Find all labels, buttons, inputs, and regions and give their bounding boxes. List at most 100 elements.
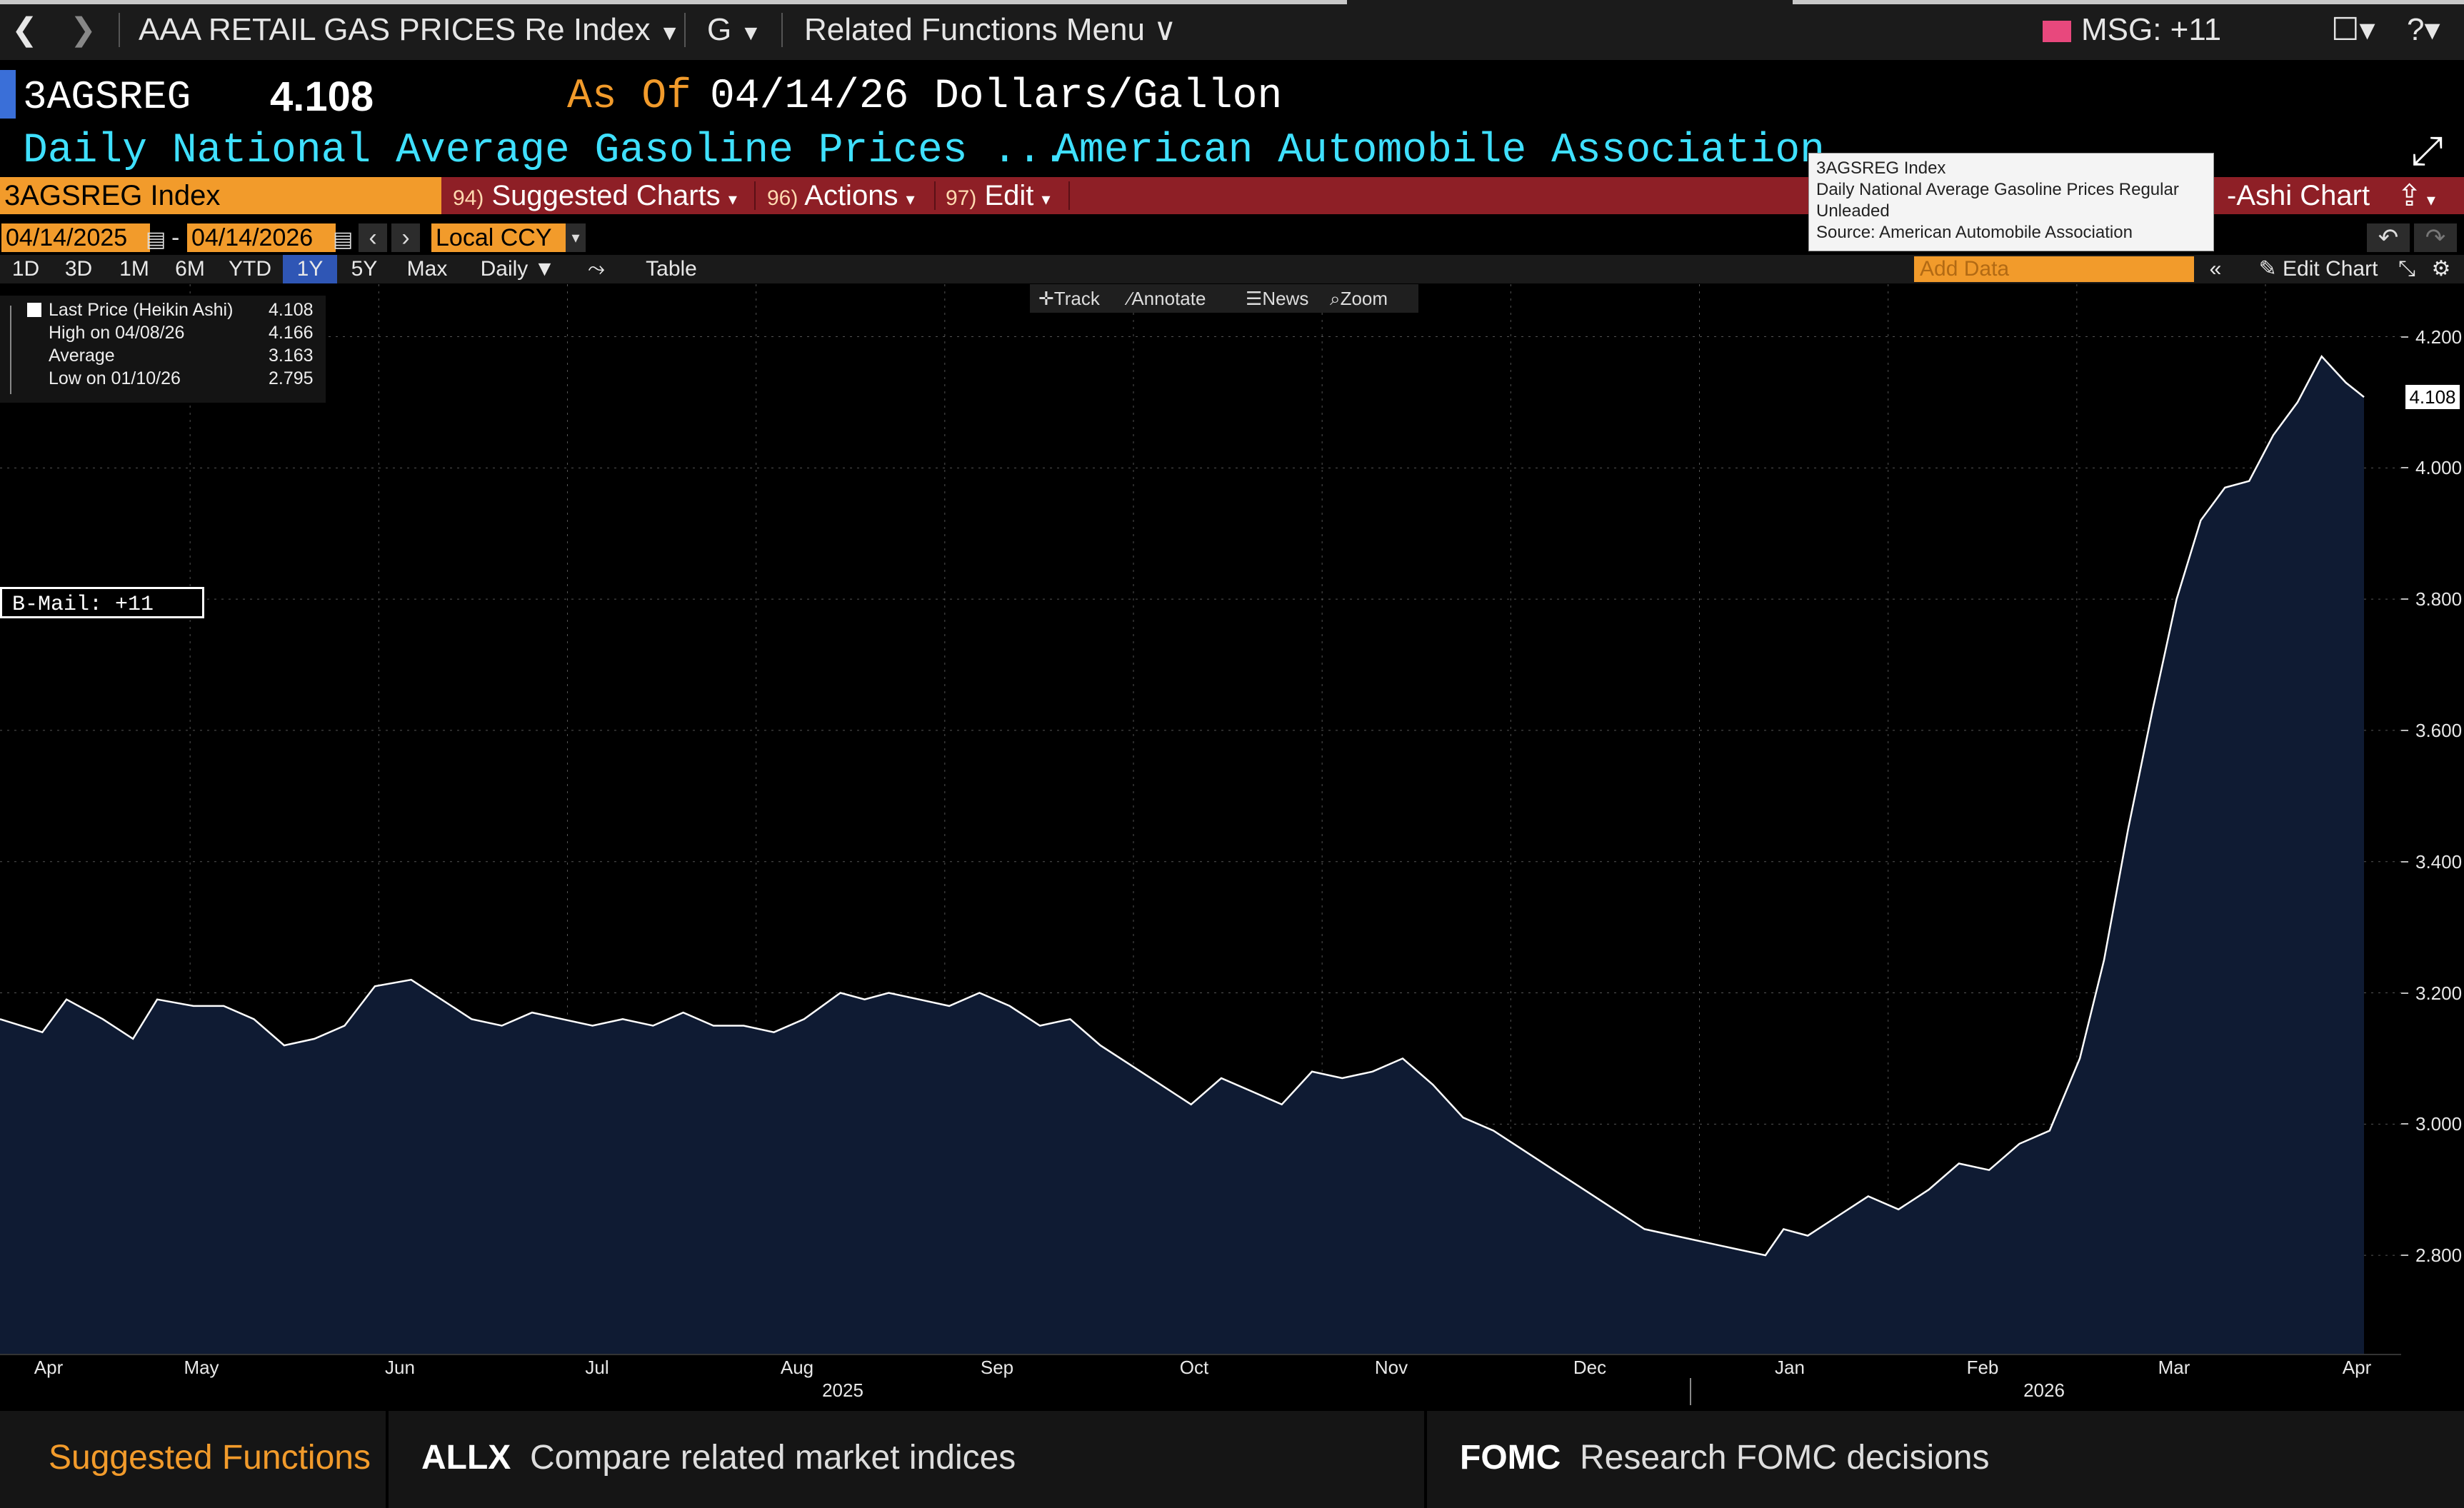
security-tooltip: 3AGSREG Index Daily National Average Gas… <box>1808 153 2214 251</box>
g-menu-dropdown[interactable]: G ▼ <box>707 10 761 54</box>
currency-field[interactable]: Local CCY <box>431 223 569 252</box>
y-tick-mark <box>2401 1123 2408 1125</box>
related-functions-menu[interactable]: Related Functions Menu ∨ <box>804 10 1176 50</box>
suggested-charts-number: 94) <box>453 186 484 210</box>
period-button-6m[interactable]: 6M <box>163 255 217 283</box>
redo-icon[interactable]: ↷ <box>2414 223 2457 252</box>
legend-average-value: 3.163 <box>269 346 314 366</box>
y-tick-label: 3.000 <box>2415 1113 2463 1135</box>
table-button[interactable]: Table <box>628 255 714 283</box>
bottom-separator <box>386 1411 389 1508</box>
annotate-tool[interactable]: ∕ Annotate <box>1128 284 1206 313</box>
nav-progress-strip-right <box>1793 0 2464 4</box>
suggested-charts-button[interactable]: 94) Suggested Charts ▾ <box>453 177 737 214</box>
fomc-description: Research FOMC decisions <box>1579 1439 1990 1477</box>
x-tick-label: Oct <box>1179 1357 1209 1378</box>
period-button-5y[interactable]: 5Y <box>337 255 391 283</box>
x-tick-label: Aug <box>780 1357 814 1378</box>
y-tick-mark <box>2401 467 2408 469</box>
forward-arrow-icon[interactable]: ❯ <box>70 10 96 50</box>
x-tick-label: Jul <box>585 1357 609 1378</box>
end-date-field[interactable]: 04/14/2026 <box>187 223 336 252</box>
legend-tree <box>10 306 21 394</box>
nav-separator <box>119 13 120 47</box>
start-date-field[interactable]: 04/14/2025 <box>1 223 150 252</box>
nav-separator <box>684 13 686 47</box>
news-tool[interactable]: ☰ News <box>1246 284 1308 313</box>
gear-icon[interactable]: ⚙ <box>2425 255 2457 283</box>
calendar-icon[interactable]: ▤ <box>146 227 166 252</box>
help-icon[interactable]: ?▾ <box>2407 10 2440 50</box>
allx-function[interactable]: ALLX Compare related market indices <box>421 1435 1016 1481</box>
period-button-3d[interactable]: 3D <box>51 255 106 283</box>
annotate-label: Annotate <box>1131 288 1206 309</box>
edit-button[interactable]: 97) Edit ▾ <box>946 177 1051 214</box>
line-chart-icon[interactable]: ⤳ <box>579 255 614 283</box>
suggested-functions-title: Suggested Functions <box>49 1439 371 1477</box>
chart-settings-icon[interactable]: ⤡ <box>2393 255 2421 283</box>
actions-button[interactable]: 96) Actions ▾ <box>767 177 915 214</box>
period-button-1y[interactable]: 1Y <box>283 255 337 283</box>
legend-high-label: High on 04/08/26 <box>49 323 185 343</box>
expand-icon[interactable]: ⤢ <box>2411 127 2443 175</box>
window-menu-icon[interactable]: ☐▾ <box>2331 10 2375 50</box>
table-label: Table <box>646 257 697 281</box>
message-indicator[interactable]: MSG: +11 <box>2043 10 2221 50</box>
y-tick-mark <box>2401 729 2408 731</box>
chart-type-dropdown[interactable]: -Ashi Chart <box>2227 177 2370 214</box>
x-tick-label: Feb <box>1966 1357 1999 1378</box>
security-title: AAA RETAIL GAS PRICES Re Index <box>139 12 651 47</box>
y-tick-label: 4.200 <box>2415 326 2463 348</box>
period-button-ytd[interactable]: YTD <box>217 255 283 283</box>
nav-separator <box>781 13 783 47</box>
allx-code: ALLX <box>421 1439 511 1477</box>
undo-icon[interactable]: ↶ <box>2367 223 2410 252</box>
price-chart[interactable] <box>0 284 2401 1354</box>
share-icon[interactable]: ⇪ ▾ <box>2397 177 2435 214</box>
year-label: 2026 <box>2023 1379 2065 1401</box>
chart-legend: Last Price (Heikin Ashi) 4.108 High on 0… <box>0 296 326 403</box>
currency-value: Local CCY <box>436 224 552 251</box>
fomc-function[interactable]: FOMC Research FOMC decisions <box>1460 1435 1990 1481</box>
calendar-icon[interactable]: ▤ <box>333 227 353 252</box>
add-data-input[interactable]: Add Data <box>1914 256 2194 282</box>
tooltip-line: Daily National Average Gasoline Prices R… <box>1816 180 2179 199</box>
edit-chart-button[interactable]: ✎ Edit Chart <box>2235 255 2401 283</box>
ticker-marker <box>0 70 16 119</box>
security-field[interactable]: 3AGSREG Index <box>0 177 441 214</box>
chevron-down-icon: ▾ <box>1041 190 1051 209</box>
back-arrow-icon[interactable]: ❮ <box>11 10 38 50</box>
fomc-code: FOMC <box>1460 1439 1561 1477</box>
period-button-1d[interactable]: 1D <box>0 255 51 283</box>
last-price-swatch[interactable] <box>27 303 41 317</box>
ticker-symbol: 3AGSREG <box>23 74 191 120</box>
y-tick-mark <box>2401 860 2408 863</box>
frequency-dropdown[interactable]: Daily ▼ <box>471 255 564 283</box>
pencil-icon: ✎ <box>2258 257 2277 281</box>
related-functions-label: Related Functions Menu <box>804 12 1145 47</box>
period-button-max[interactable]: Max <box>391 255 463 283</box>
x-tick-label: Sep <box>980 1357 1014 1378</box>
currency-dropdown-icon[interactable]: ▾ <box>566 223 586 252</box>
security-title-dropdown[interactable]: AAA RETAIL GAS PRICES Re Index ▼ <box>139 10 680 54</box>
chart-tools: ✛ Track ∕ Annotate ☰ News ⌕ Zoom <box>1030 284 1418 313</box>
double-chevron-down-icon: ∨ <box>1153 12 1177 47</box>
news-label: News <box>1262 288 1309 309</box>
last-value-label: 4.108 <box>2405 385 2460 410</box>
y-tick-mark <box>2401 598 2408 600</box>
as-of-label: As Of <box>567 74 692 120</box>
suggested-functions-bar: Suggested Functions ALLX Compare related… <box>0 1411 2464 1508</box>
start-date-value: 04/14/2025 <box>6 224 128 251</box>
chevron-down-icon: ▼ <box>534 257 556 281</box>
track-tool[interactable]: ✛ Track <box>1038 284 1100 313</box>
zoom-tool[interactable]: ⌕ Zoom <box>1330 284 1388 313</box>
next-range-button[interactable]: › <box>391 223 420 252</box>
previous-range-button[interactable]: ‹ <box>359 223 387 252</box>
zoom-label: Zoom <box>1340 288 1388 309</box>
bmail-indicator[interactable]: B-Mail: +11 <box>0 587 204 618</box>
collapse-icon[interactable]: « <box>2201 255 2230 283</box>
security-field-label: 3AGSREG Index <box>4 180 221 211</box>
period-button-1m[interactable]: 1M <box>106 255 163 283</box>
legend-last-value: 4.108 <box>269 300 314 320</box>
x-axis-line <box>0 1354 2401 1355</box>
